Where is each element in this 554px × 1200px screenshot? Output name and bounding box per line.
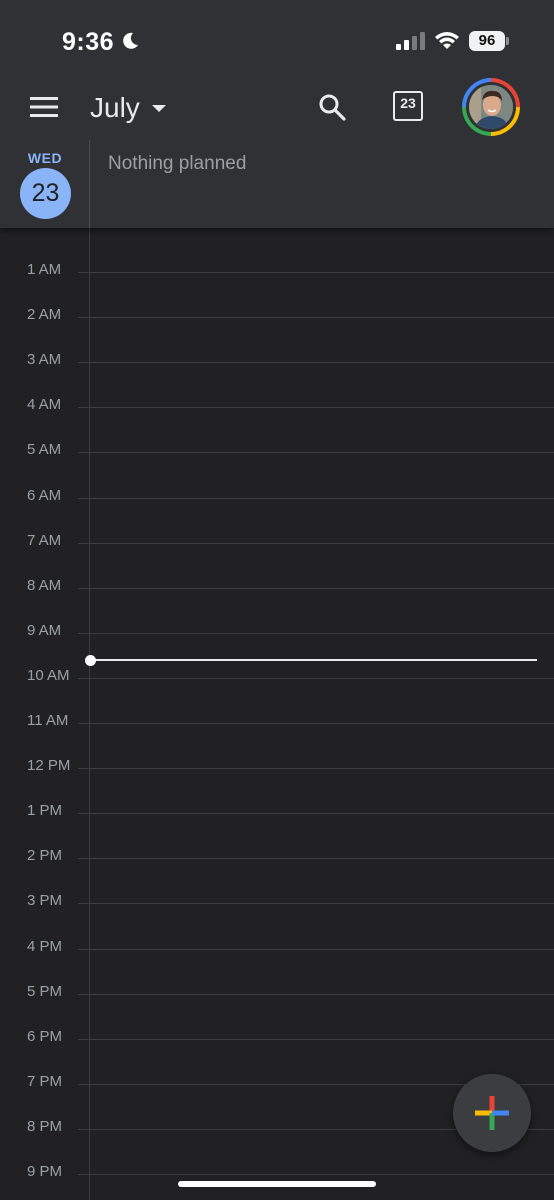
wifi-icon — [435, 32, 459, 49]
hour-row[interactable]: 2 PM — [0, 847, 554, 864]
hour-label: 6 PM — [27, 1027, 63, 1045]
hour-row[interactable]: 1 PM — [0, 802, 554, 819]
hour-label: 2 AM — [27, 306, 62, 324]
hour-gridline — [78, 677, 554, 679]
hour-gridline — [78, 317, 554, 319]
allday-divider — [89, 140, 90, 228]
hour-label: 4 AM — [27, 396, 62, 414]
hour-label: 5 PM — [27, 982, 63, 1000]
month-selector[interactable]: July — [90, 88, 166, 128]
hour-label: 4 PM — [27, 937, 63, 955]
hour-row[interactable]: 6 PM — [0, 1028, 554, 1045]
hour-row[interactable]: 5 AM — [0, 441, 554, 458]
avatar[interactable] — [462, 78, 520, 136]
hour-row[interactable]: 3 AM — [0, 351, 554, 368]
hour-label: 11 AM — [27, 712, 69, 729]
hour-label: 6 AM — [27, 486, 62, 504]
today-icon-day: 23 — [400, 95, 416, 111]
hour-row[interactable]: 9 AM — [0, 622, 554, 639]
hour-gridline — [78, 903, 554, 905]
hour-label: 7 AM — [27, 531, 62, 549]
hour-label: 12 PM — [27, 757, 71, 775]
hour-gridline — [78, 948, 554, 950]
hour-label: 10 AM — [27, 666, 70, 684]
time-grid[interactable]: 1 AM 2 AM 3 AM 4 AM 5 AM 6 AM 7 AM 8 AM 9 AM 10 A… — [0, 228, 554, 1200]
hour-label: 5 AM — [27, 441, 62, 459]
all-day-empty-text[interactable]: Nothing planned — [108, 153, 246, 175]
hour-gridline — [78, 1038, 554, 1040]
current-time-dot — [85, 655, 96, 666]
hour-row[interactable]: 10 AM — [0, 667, 554, 684]
caret-down-icon — [151, 104, 166, 112]
hour-row[interactable]: 3 PM — [0, 892, 554, 909]
grid-divider — [89, 228, 90, 1200]
hour-row[interactable]: 8 AM — [0, 577, 554, 594]
menu-icon[interactable] — [30, 96, 58, 118]
hour-label: 9 AM — [27, 621, 62, 639]
hour-gridline — [78, 362, 554, 364]
today-icon[interactable]: 23 — [393, 91, 423, 121]
hour-row[interactable]: 5 PM — [0, 983, 554, 1000]
profile-photo — [469, 85, 513, 129]
hour-row[interactable]: 7 AM — [0, 532, 554, 549]
home-indicator[interactable] — [178, 1181, 376, 1187]
hour-label: 3 PM — [27, 892, 63, 910]
hour-gridline — [78, 632, 554, 634]
calendar-day-view: 9:36 96 July 23 WED 23 Nothing planned 1… — [0, 0, 554, 1200]
hour-gridline — [78, 1174, 554, 1175]
hour-gridline — [78, 768, 554, 770]
hour-gridline — [78, 452, 554, 454]
hour-label: 2 PM — [27, 847, 63, 865]
hour-row[interactable]: 11 AM — [0, 712, 554, 729]
hour-gridline — [78, 272, 554, 273]
hour-label: 7 PM — [27, 1072, 63, 1090]
signal-icon — [396, 32, 425, 50]
hour-label: 1 AM — [27, 261, 62, 278]
search-icon[interactable] — [318, 93, 346, 121]
hour-label: 1 PM — [27, 802, 63, 820]
hour-gridline — [78, 993, 554, 995]
date-circle[interactable]: 23 — [20, 168, 71, 219]
app-header: 9:36 96 July 23 WED 23 Nothing planned — [0, 0, 554, 228]
weekday-label: WED — [27, 150, 63, 166]
hour-gridline — [78, 723, 554, 724]
battery-tip — [506, 37, 509, 45]
create-event-button[interactable] — [453, 1074, 531, 1152]
hour-row[interactable]: 12 PM — [0, 757, 554, 774]
moon-icon — [123, 32, 138, 49]
month-label: July — [90, 92, 140, 123]
hour-label: 3 AM — [27, 351, 62, 369]
hour-row[interactable]: 4 AM — [0, 396, 554, 413]
hour-gridline — [78, 497, 554, 499]
hour-row[interactable]: 6 AM — [0, 487, 554, 504]
hour-label: 9 PM — [27, 1163, 63, 1180]
hour-gridline — [78, 587, 554, 589]
hour-label: 8 PM — [27, 1117, 63, 1135]
hour-row[interactable]: 9 PM — [0, 1163, 554, 1180]
hour-row[interactable]: 1 AM — [0, 261, 554, 278]
hour-row[interactable]: 2 AM — [0, 306, 554, 323]
hour-row[interactable]: 4 PM — [0, 938, 554, 955]
add-icon — [475, 1096, 509, 1130]
hour-gridline — [78, 813, 554, 815]
hour-gridline — [78, 542, 554, 544]
status-time: 9:36 — [62, 28, 115, 56]
hour-label: 8 AM — [27, 576, 62, 594]
hour-gridline — [78, 407, 554, 409]
hour-gridline — [78, 858, 554, 860]
current-time-line — [90, 659, 537, 661]
battery-icon: 96 — [469, 31, 505, 51]
